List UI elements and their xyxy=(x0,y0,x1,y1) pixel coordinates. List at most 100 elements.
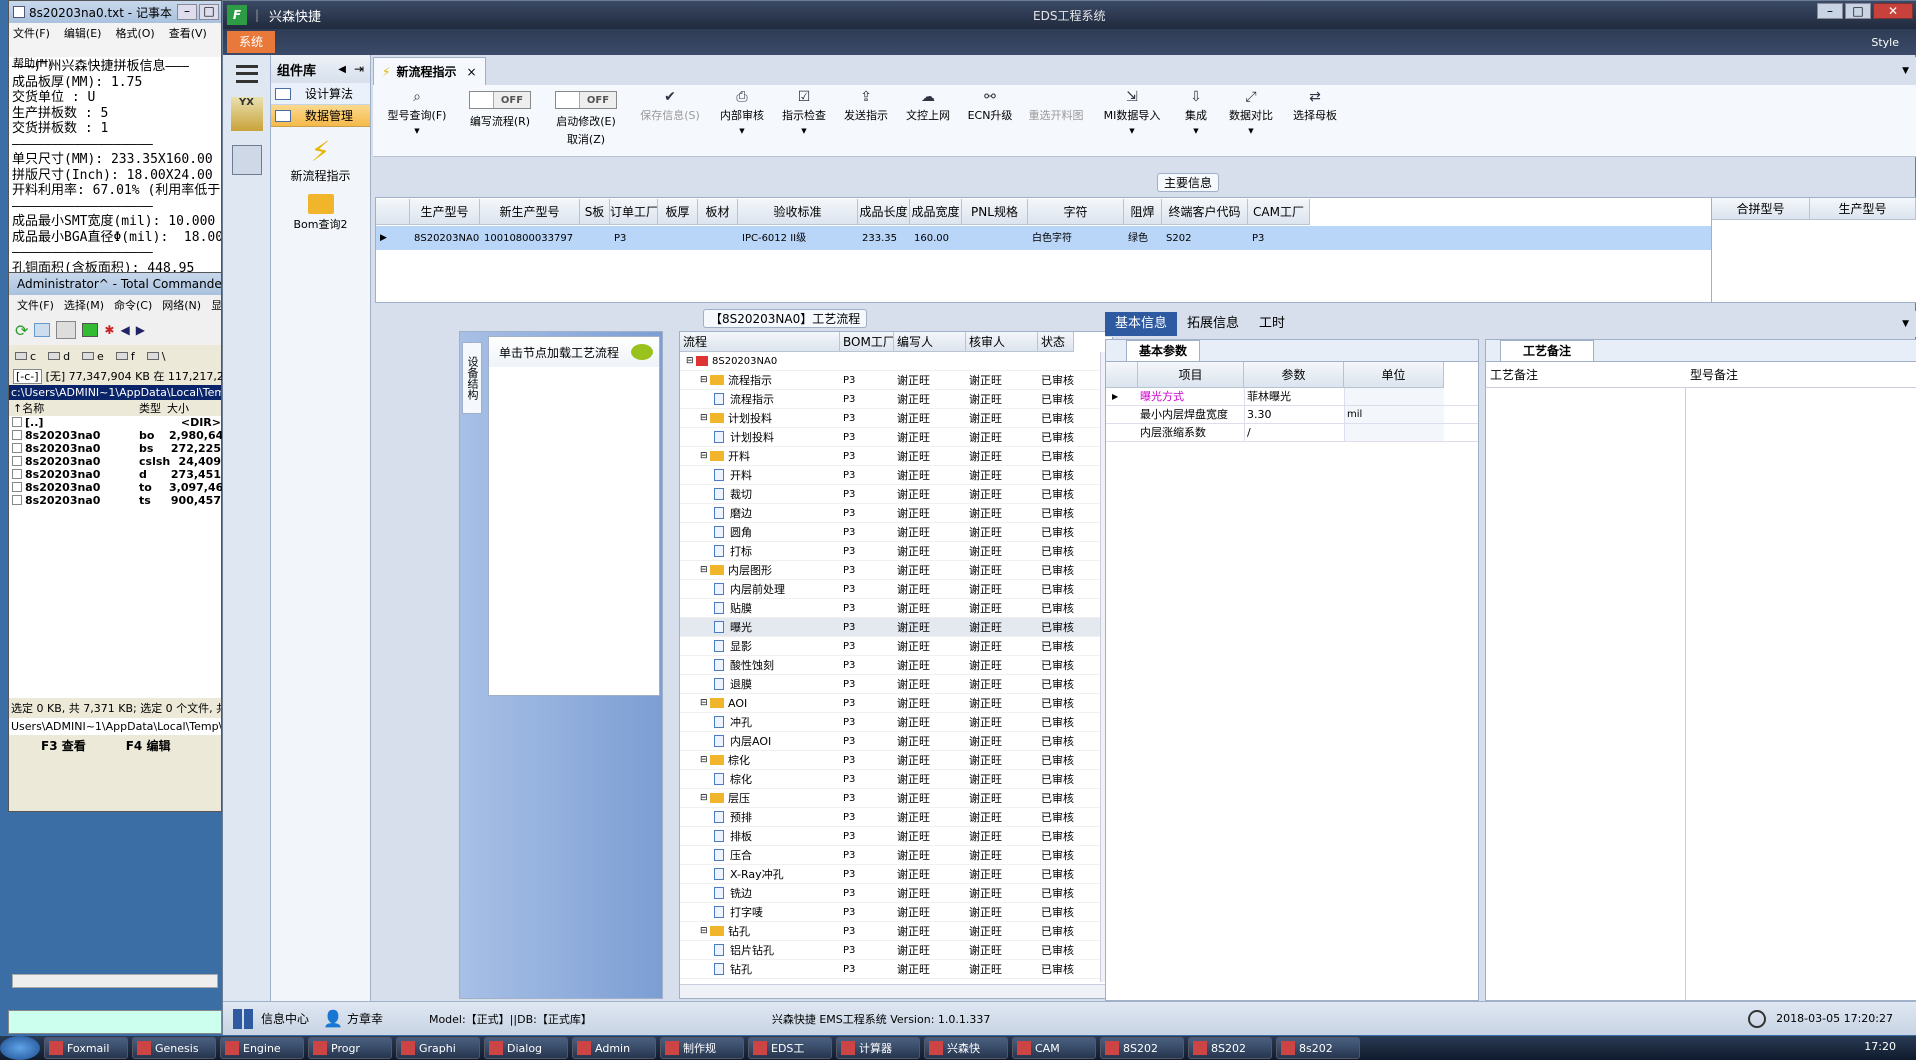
flow-row[interactable]: 显影 P3 谢正旺 谢正旺 已审核 xyxy=(680,637,1112,656)
col-unit[interactable]: 单位 xyxy=(1344,362,1444,388)
taskbar-item[interactable]: 制作规 xyxy=(660,1037,744,1059)
grid-cell-12[interactable]: S202 xyxy=(1162,229,1248,248)
toolbar-button-5[interactable]: ☑checkbox-icon指示检查▼ xyxy=(773,85,835,156)
flow-hscroll[interactable] xyxy=(680,984,1112,998)
eds-restore-button[interactable]: □ xyxy=(1845,3,1871,19)
grid-cell-0[interactable]: 8S20203NA0 xyxy=(410,229,480,248)
yx-factory-icon[interactable]: YX xyxy=(230,97,263,131)
equipment-structure-vtab[interactable]: 设备结构 xyxy=(462,342,482,414)
expand-icon[interactable]: ⊟ xyxy=(700,447,710,465)
flow-row[interactable]: ⊟ 内层图形 P3 谢正旺 谢正旺 已审核 xyxy=(680,561,1112,580)
grid-header-1[interactable]: 新生产型号 xyxy=(480,199,580,225)
grid-header-7[interactable]: 成品长度 xyxy=(858,199,910,225)
expand-icon[interactable]: ⊟ xyxy=(700,561,710,579)
col-param[interactable]: 参数 xyxy=(1244,362,1344,388)
tc-menu-select[interactable]: 选择(M) xyxy=(64,297,104,313)
flow-row[interactable]: 钻孔 P3 谢正旺 谢正旺 已审核 xyxy=(680,960,1112,979)
sidebar-item-data-management[interactable]: 数据管理 xyxy=(271,105,370,127)
notepad-menu-format[interactable]: 格式(O) xyxy=(115,25,154,41)
grid-cell-1[interactable]: 10010800033797 xyxy=(480,229,580,248)
flow-row[interactable]: 酸性蚀刻 P3 谢正旺 谢正旺 已审核 xyxy=(680,656,1112,675)
tab-basic-info[interactable]: 基本信息 xyxy=(1105,312,1178,336)
toolbar-button-1[interactable]: OFF 编写流程(R) xyxy=(457,85,543,156)
tc-scrollbar[interactable] xyxy=(12,974,218,988)
grid-cell-7[interactable]: 233.35 xyxy=(858,229,910,248)
drive-button[interactable]: d xyxy=(48,350,70,363)
tab-process-remark[interactable]: 工艺备注 xyxy=(1500,340,1595,361)
icons-view-icon[interactable] xyxy=(34,323,51,337)
refresh-icon[interactable]: ⟳ xyxy=(15,321,28,340)
grid-header-0[interactable]: 生产型号 xyxy=(410,199,480,225)
tree-view-icon[interactable] xyxy=(56,321,77,339)
flow-row[interactable]: ⊟ 流程指示 P3 谢正旺 谢正旺 已审核 xyxy=(680,371,1112,390)
taskbar-item[interactable]: EDS工 xyxy=(748,1037,832,1059)
flow-row[interactable]: ⊟ 8S20203NA0 xyxy=(680,352,1112,371)
file-row[interactable]: 8s20203na0 bs 272,225 xyxy=(9,442,221,455)
tc-menu-file[interactable]: 文件(F) xyxy=(17,297,54,313)
grid-cell-6[interactable]: IPC-6012 II级 xyxy=(738,229,858,248)
calculator-icon[interactable] xyxy=(231,145,262,175)
param-row[interactable]: 内层涨缩系数 / xyxy=(1106,424,1478,442)
dropdown-arrow-icon[interactable]: ▼ xyxy=(1173,127,1219,135)
col-merge-model[interactable]: 合拼型号 xyxy=(1712,198,1810,220)
tc-col-name[interactable]: ↑名称 xyxy=(9,400,139,416)
flow-header-1[interactable]: BOM工厂 xyxy=(840,332,894,352)
toolbar-button-10[interactable]: ⇲import-iconMI数据导入▼ xyxy=(1091,85,1173,156)
taskbar-item[interactable]: Engine xyxy=(220,1037,304,1059)
flow-row[interactable]: 磨边 P3 谢正旺 谢正旺 已审核 xyxy=(680,504,1112,523)
flow-row[interactable]: 曝光 P3 谢正旺 谢正旺 已审核 xyxy=(680,618,1112,637)
tool-bom-query[interactable]: Bom查询2 xyxy=(271,194,370,232)
file-row[interactable]: 8s20203na0 bo 2,980,642 xyxy=(9,429,231,442)
file-row[interactable]: 8s20203na0 to 3,097,469 xyxy=(9,481,231,494)
grid-cell-3[interactable]: P3 xyxy=(610,229,658,248)
back-icon[interactable]: ◀ xyxy=(120,323,129,337)
tc-file-list[interactable]: [..] <DIR> 8s20203na0 bo 2,980,642 8s20203na0… xyxy=(9,416,231,698)
taskbar-item[interactable]: 兴森快 xyxy=(924,1037,1008,1059)
tab-work-hours[interactable]: 工时 xyxy=(1249,312,1295,336)
expand-icon[interactable]: ⊟ xyxy=(700,409,710,427)
toolbar-button-11[interactable]: ⇩download-icon集成▼ xyxy=(1173,85,1219,156)
pin-icon[interactable]: ⇥ xyxy=(354,62,364,76)
col-production-model[interactable]: 生产型号 xyxy=(1810,198,1916,220)
grid-header-6[interactable]: 验收标准 xyxy=(738,199,858,225)
process-remark-text[interactable] xyxy=(1486,388,1686,1000)
taskbar-item[interactable]: 计算器 xyxy=(836,1037,920,1059)
expand-icon[interactable]: ⊟ xyxy=(700,922,710,940)
thumbnail-icon[interactable] xyxy=(82,323,99,337)
toolbar-button-0[interactable]: ⌕search-icon型号查询(F)▼ xyxy=(377,85,457,156)
sidebar-item-design-algorithm[interactable]: 设计算法 xyxy=(271,83,370,105)
flow-tree[interactable]: ⊟ 8S20203NA0 ⊟ 流程指示 P3 谢正旺 谢正旺 已审核 流程指示 P3 谢正旺 谢正旺已… xyxy=(680,352,1112,996)
file-row[interactable]: 8s20203na0 cslsh 24,409 xyxy=(9,455,221,468)
dropdown-arrow-icon[interactable]: ▼ xyxy=(377,127,457,135)
system-tab[interactable]: 系统 xyxy=(227,31,276,53)
toolbar-button-8[interactable]: ⚯binoculars-iconECN升级 xyxy=(959,85,1021,156)
toolbar-button-9[interactable]: blank重选开料图 xyxy=(1021,85,1091,156)
expand-icon[interactable]: ⊟ xyxy=(686,352,696,370)
toolbar-button-13[interactable]: ⇄shuffle-icon选择母板 xyxy=(1283,85,1347,156)
flow-row[interactable]: ⊟ 钻孔 P3 谢正旺 谢正旺 已审核 xyxy=(680,922,1112,941)
windows-grid-icon[interactable] xyxy=(233,1008,253,1029)
dropdown-arrow-icon[interactable]: ▼ xyxy=(1091,127,1173,135)
flow-row[interactable]: 冲孔 P3 谢正旺 谢正旺 已审核 xyxy=(680,713,1112,732)
grid-header-4[interactable]: 板厚 xyxy=(658,199,698,225)
tc-f3-button[interactable]: F3 查看 xyxy=(41,737,86,754)
main-grid-row[interactable]: ▶ 8S20203NA0 10010800033797 P3 IPC-6012 II级 2… xyxy=(376,226,1916,250)
flow-row[interactable]: 铝片钻孔 P3 谢正旺 谢正旺 已审核 xyxy=(680,941,1112,960)
model-remark-text[interactable] xyxy=(1686,388,1916,1000)
tc-col-ext[interactable]: 类型 xyxy=(139,400,167,416)
tc-col-size[interactable]: 大小 xyxy=(167,400,189,416)
eds-close-button[interactable]: ✕ xyxy=(1873,3,1913,19)
dropdown-arrow-icon[interactable]: ▼ xyxy=(711,127,773,135)
drive-button[interactable]: f xyxy=(115,350,135,363)
file-row[interactable]: [..] <DIR> xyxy=(9,416,221,429)
notepad-menu-edit[interactable]: 编辑(E) xyxy=(64,25,102,41)
flow-row[interactable]: ⊟ 计划投料 P3 谢正旺 谢正旺 已审核 xyxy=(680,409,1112,428)
grid-header-5[interactable]: 板材 xyxy=(698,199,738,225)
collapse-left-icon[interactable]: ◀ xyxy=(338,64,346,75)
grid-cell-10[interactable]: 白色字符 xyxy=(1028,229,1124,248)
star-icon[interactable]: ✱ xyxy=(104,323,114,337)
flow-row[interactable]: ⊟ 层压 P3 谢正旺 谢正旺 已审核 xyxy=(680,789,1112,808)
taskbar-item[interactable]: CAM xyxy=(1012,1037,1096,1059)
grid-cell-11[interactable]: 绿色 xyxy=(1124,229,1162,248)
taskbar-item[interactable]: Genesis xyxy=(132,1037,216,1059)
